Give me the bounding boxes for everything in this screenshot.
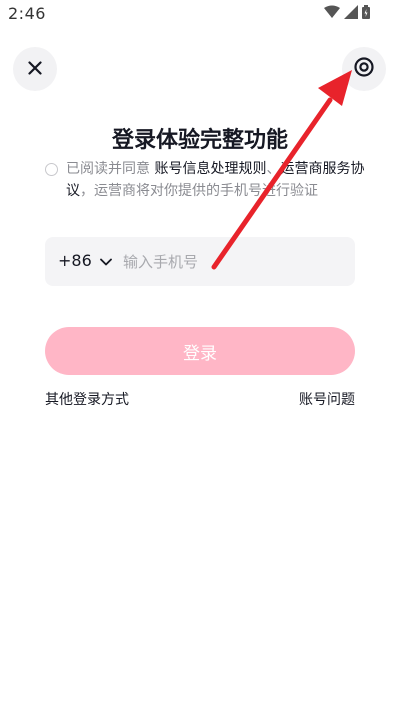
close-button[interactable] <box>13 47 57 91</box>
status-bar: 2:46 <box>0 0 400 28</box>
wifi-icon <box>324 5 340 19</box>
account-rules-link[interactable]: 账号信息处理规则 <box>154 161 266 177</box>
signal-icon <box>344 5 358 19</box>
other-login-link[interactable]: 其他登录方式 <box>45 389 129 409</box>
agreement-text: 已阅读并同意 账号信息处理规则、运营商服务协议，运营商将对你提供的手机号进行验证 <box>66 158 366 202</box>
agreement-checkbox[interactable] <box>45 163 58 176</box>
target-circle-icon <box>353 56 375 82</box>
status-icons <box>324 5 370 19</box>
status-time: 2:46 <box>8 4 46 23</box>
agreement-suffix: ，运营商将对你提供的手机号进行验证 <box>80 183 318 199</box>
agreement-separator: 、 <box>266 161 281 177</box>
phone-field: +86 <box>45 237 355 286</box>
country-code-label: +86 <box>58 251 92 270</box>
help-button[interactable] <box>342 47 386 91</box>
country-code-selector[interactable]: +86 <box>58 251 112 270</box>
agreement-prefix: 已阅读并同意 <box>66 161 155 177</box>
battery-icon <box>362 5 370 19</box>
page-title: 登录体验完整功能 <box>111 128 288 153</box>
login-button[interactable]: 登录 <box>45 327 355 375</box>
close-icon <box>28 60 42 79</box>
account-issue-link[interactable]: 账号问题 <box>299 389 355 409</box>
chevron-down-icon <box>99 251 112 270</box>
phone-input[interactable] <box>121 247 345 277</box>
